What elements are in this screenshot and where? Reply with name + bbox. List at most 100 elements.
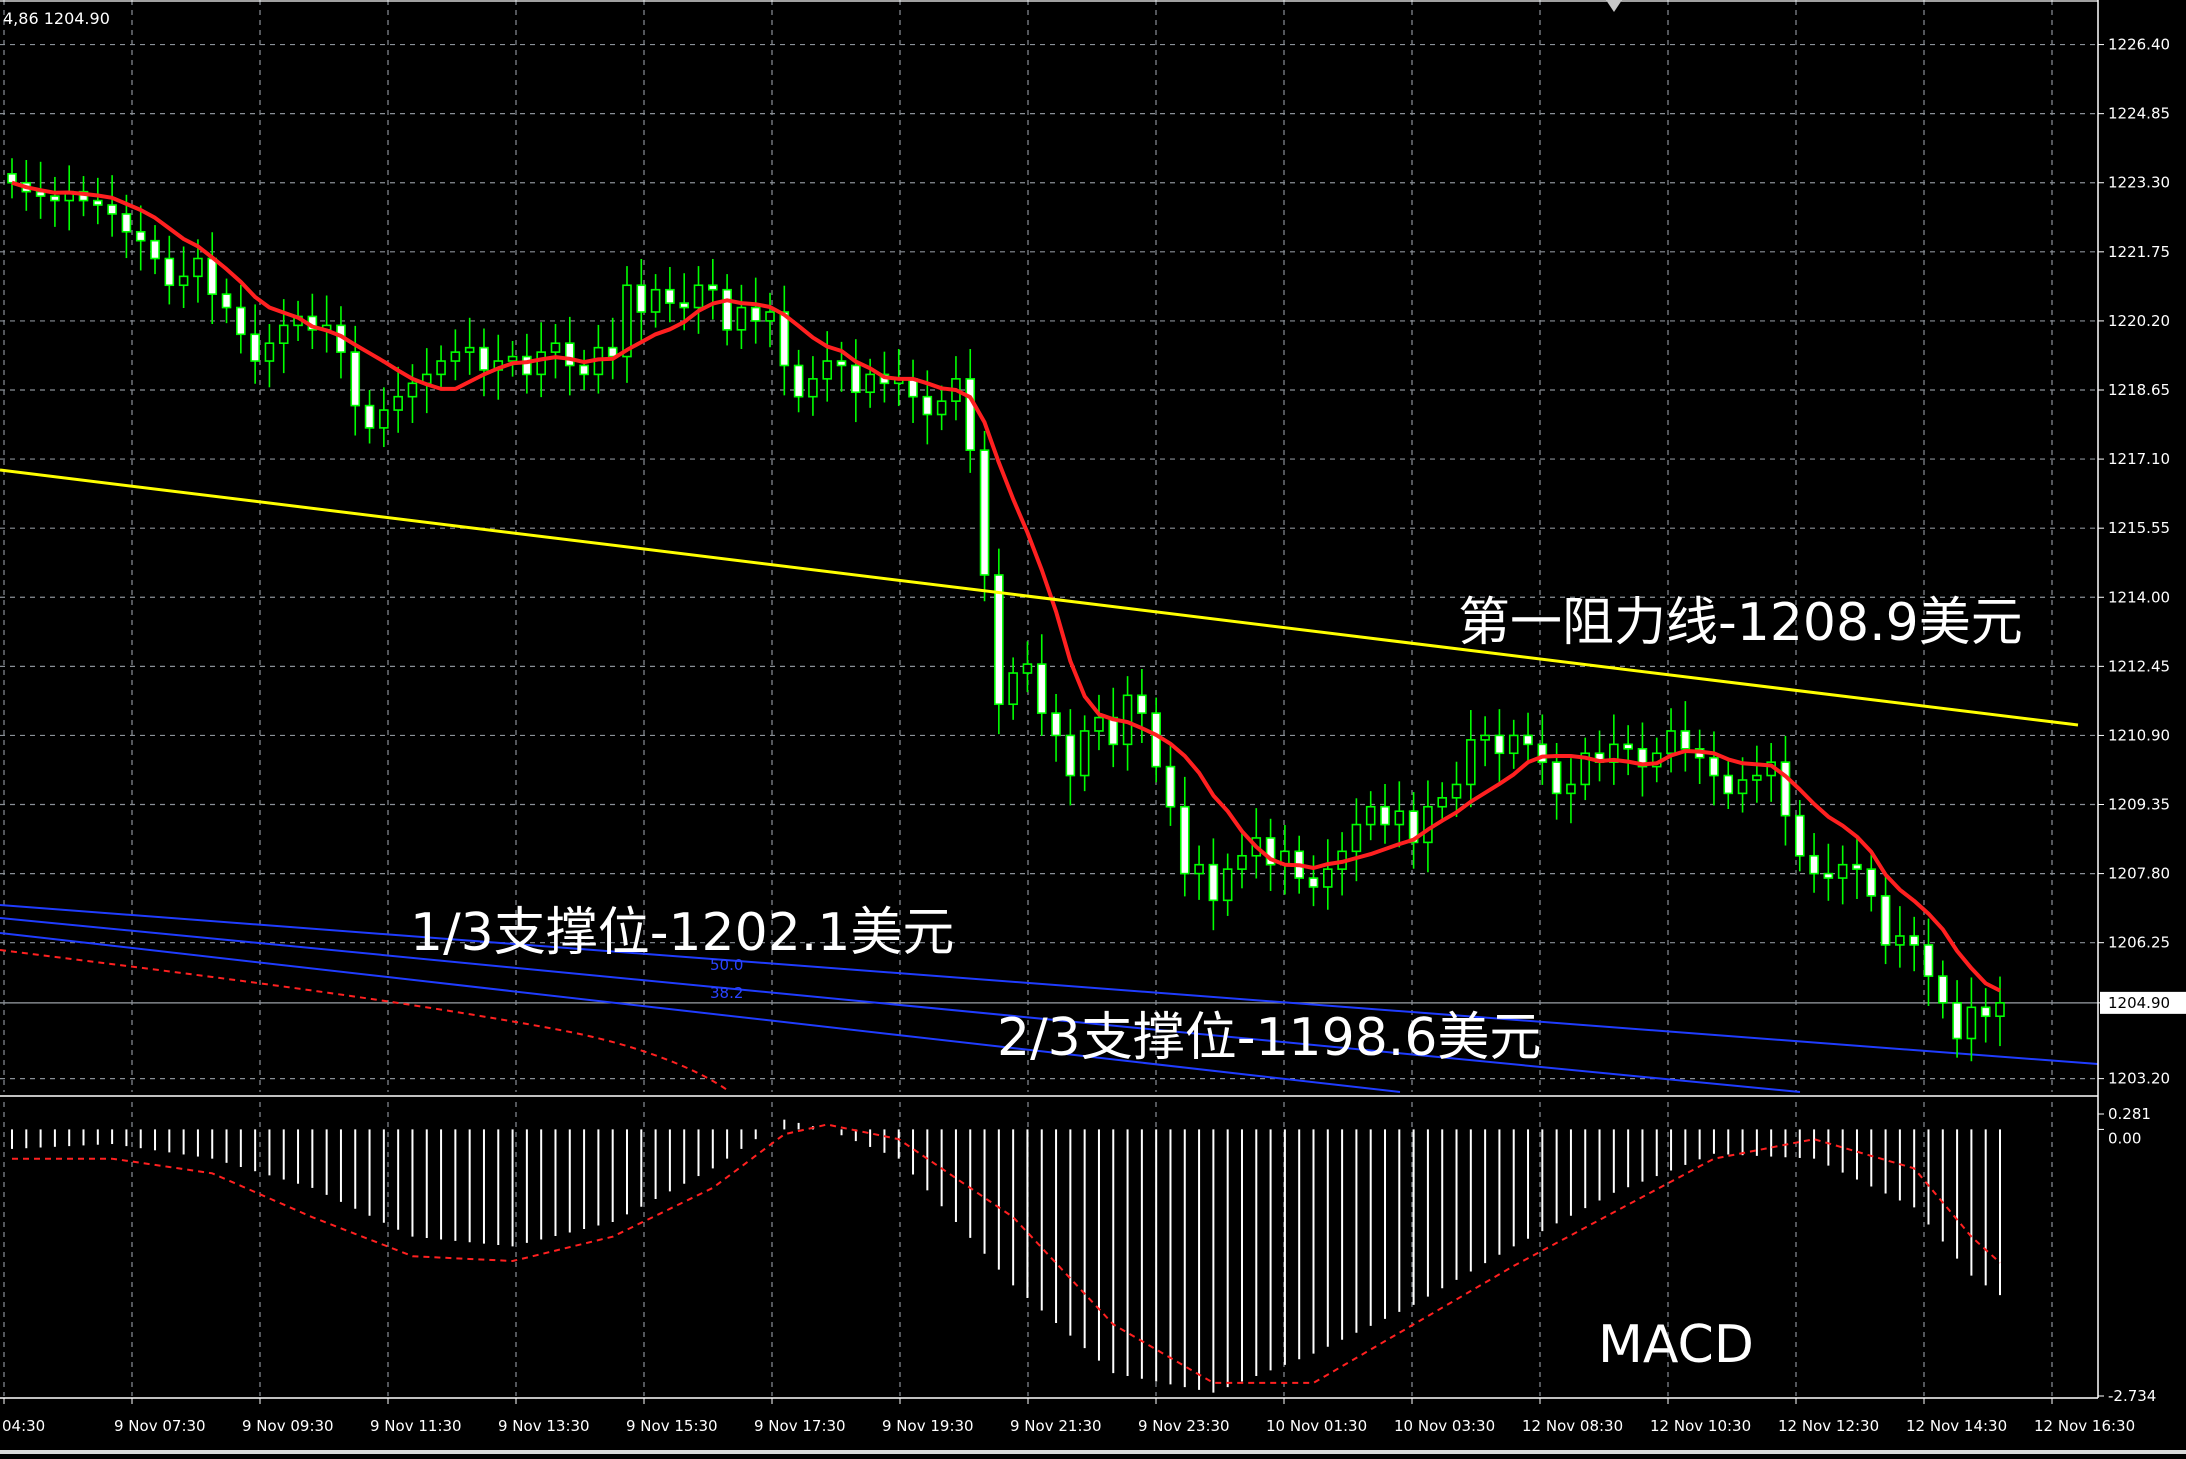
candle-body <box>1666 730 1676 755</box>
candle-body <box>93 199 103 206</box>
time-tick-label: 9 Nov 23:30 <box>1138 1417 1230 1435</box>
price-tick-label: 1223.30 <box>2108 174 2170 192</box>
candle-body <box>7 173 17 184</box>
candle-body <box>1794 814 1805 857</box>
candle-body <box>1737 779 1748 795</box>
candle-body <box>1365 805 1376 826</box>
candle-body <box>1423 805 1433 844</box>
time-tick-label: 10 Nov 03:30 <box>1394 1417 1495 1435</box>
candle-body <box>221 293 232 309</box>
candle-body <box>407 382 418 398</box>
candle-body <box>250 333 260 362</box>
candle-body <box>665 288 675 304</box>
candle-body <box>1437 797 1448 808</box>
time-tick-label: 12 Nov 10:30 <box>1650 1417 1751 1435</box>
candle-body <box>1394 810 1405 826</box>
candle-body <box>450 351 461 362</box>
candle-body <box>1222 868 1233 902</box>
time-tick-label: 9 Nov 11:30 <box>370 1417 462 1435</box>
candle-body <box>178 275 189 287</box>
candle-body <box>1937 975 1948 1004</box>
candle-body <box>793 364 804 398</box>
candle-body <box>1051 712 1061 737</box>
candle-body <box>1623 743 1633 750</box>
support-2-3-annotation: 2/3支撑位-1198.6美元 <box>997 1008 1541 1068</box>
candle-body <box>1923 944 1934 977</box>
price-tick-label: 1207.80 <box>2108 865 2170 883</box>
candle-body <box>936 400 947 416</box>
candle-body <box>1065 734 1076 777</box>
macd-tick-label: 0.281 <box>2108 1105 2151 1123</box>
candle-body <box>1508 734 1519 755</box>
price-tick-label: 1209.35 <box>2108 796 2170 814</box>
candle-body <box>736 306 747 331</box>
candle-body <box>750 306 761 322</box>
time-tick-label: 9 Nov 17:30 <box>754 1417 846 1435</box>
candle-body <box>1952 1002 1962 1040</box>
candle-body <box>979 449 990 576</box>
candle-body <box>1480 734 1490 741</box>
candle-body <box>1837 863 1848 879</box>
candle-body <box>1680 730 1691 750</box>
candle-body <box>836 360 847 367</box>
time-tick-label: 9 Nov 19:30 <box>882 1417 974 1435</box>
candle-body <box>1823 872 1834 879</box>
candle-body <box>393 395 403 411</box>
candle-body <box>1566 783 1576 795</box>
time-tick-label: 9 Nov 09:30 <box>242 1417 334 1435</box>
candle-body <box>264 342 275 362</box>
time-tick-label: 04:30 <box>2 1417 45 1435</box>
chart-background <box>0 0 2186 1454</box>
price-tick-label: 1220.20 <box>2108 312 2170 330</box>
macd-annotation: MACD <box>1598 1315 1754 1375</box>
fib-38-label: 38.2 <box>710 984 743 1002</box>
candle-body <box>479 346 489 371</box>
candle-body <box>865 373 875 394</box>
candle <box>979 431 990 602</box>
candle-body <box>364 404 375 429</box>
candle-body <box>722 288 732 331</box>
header-info: 4,86 1204.90 <box>3 9 110 28</box>
candle-body <box>1165 765 1176 808</box>
candle-body <box>693 284 704 309</box>
candle-body <box>50 195 60 202</box>
candle-body <box>536 351 546 376</box>
candle-body <box>1094 716 1104 732</box>
price-chart: 1226.40 1224.85 1223.30 1221.75 1220.20 1218.… <box>0 0 2186 1454</box>
time-tick-label: 9 Nov 07:30 <box>114 1417 206 1435</box>
candle-body <box>1451 783 1462 799</box>
price-tick-label: 1217.10 <box>2108 450 2170 468</box>
candle-body <box>1022 663 1033 674</box>
candle-body <box>1551 761 1562 795</box>
time-tick-label: 12 Nov 12:30 <box>1778 1417 1879 1435</box>
candle-body <box>679 302 690 309</box>
candle-body <box>436 360 446 376</box>
candle-body <box>650 288 661 313</box>
time-tick-label: 9 Nov 13:30 <box>498 1417 590 1435</box>
time-tick-label: 12 Nov 16:30 <box>2034 1417 2135 1435</box>
time-tick-label: 12 Nov 08:30 <box>1522 1417 1623 1435</box>
candle-body <box>350 351 361 407</box>
macd-tick-label: 0.00 <box>2108 1129 2141 1147</box>
candle-body <box>164 257 175 287</box>
candle-body <box>965 378 976 451</box>
candle-body <box>636 284 647 313</box>
candle-body <box>1980 1006 1991 1018</box>
candle-body <box>1494 734 1505 755</box>
price-tick-label: 1226.40 <box>2108 36 2170 54</box>
price-tick-label: 1204.90 <box>2108 994 2170 1012</box>
price-tick-label: 1214.00 <box>2108 588 2170 606</box>
candle-body <box>1709 756 1719 777</box>
candle-body <box>1137 694 1147 714</box>
candle-body <box>564 342 575 367</box>
candle-body <box>922 395 933 416</box>
candle-body <box>808 378 818 398</box>
candle-body <box>522 355 532 376</box>
chart-root: 1226.40 1224.85 1223.30 1221.75 1220.20 1218.… <box>0 0 2186 1454</box>
candle-body <box>1208 863 1219 902</box>
candle-body <box>779 311 790 367</box>
price-tick-label: 1215.55 <box>2108 519 2170 537</box>
candle-body <box>1880 895 1891 946</box>
candle-body <box>1194 863 1204 875</box>
time-tick-label: 12 Nov 14:30 <box>1906 1417 2007 1435</box>
